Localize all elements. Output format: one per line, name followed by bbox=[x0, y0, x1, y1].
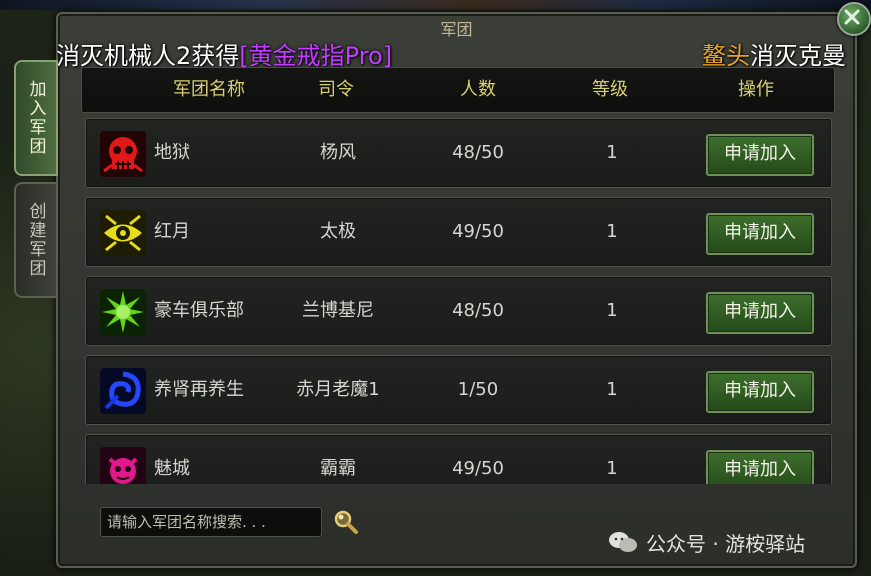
legion-name: 豪车俱乐部 bbox=[154, 300, 244, 321]
table-header: 军团名称 司令 人数 等级 操作 bbox=[81, 67, 835, 113]
legion-name: 地狱 bbox=[154, 142, 190, 163]
legion-members: 48/50 bbox=[452, 142, 504, 163]
tab-create-legion[interactable]: 创建军团 bbox=[14, 182, 58, 298]
header-members: 人数 bbox=[460, 79, 496, 100]
table-row: 红月 太极 49/50 1 申请加入 bbox=[85, 197, 832, 267]
search-button[interactable] bbox=[333, 509, 359, 535]
apply-join-button[interactable]: 申请加入 bbox=[706, 450, 814, 484]
apply-join-button[interactable]: 申请加入 bbox=[706, 134, 814, 176]
wechat-icon bbox=[609, 532, 637, 552]
legion-name: 红月 bbox=[154, 221, 190, 242]
demon-face-icon bbox=[100, 447, 146, 484]
header-action: 操作 bbox=[738, 79, 774, 100]
game-top-bar bbox=[0, 0, 871, 10]
search-field[interactable] bbox=[100, 507, 322, 537]
table-row: 养肾再养生 赤月老魔1 1/50 1 申请加入 bbox=[85, 355, 832, 425]
legion-commander: 霸霸 bbox=[320, 458, 356, 479]
legion-level: 1 bbox=[606, 458, 618, 479]
legion-members: 49/50 bbox=[452, 221, 504, 242]
legion-list[interactable]: 地狱 杨风 48/50 1 申请加入 红月 太极 49/50 1 申请加入 豪车… bbox=[85, 118, 832, 484]
apply-join-button[interactable]: 申请加入 bbox=[706, 292, 814, 334]
announcement-item: [黄金戒指Pro] bbox=[239, 42, 393, 70]
legion-commander: 兰博基尼 bbox=[302, 300, 374, 321]
table-row: 魅城 霸霸 49/50 1 申请加入 bbox=[85, 434, 832, 484]
skull-icon bbox=[100, 131, 146, 177]
legion-level: 1 bbox=[606, 300, 618, 321]
tab-join-legion[interactable]: 加入军团 bbox=[14, 60, 58, 176]
legion-name: 魅城 bbox=[154, 458, 190, 479]
eye-icon bbox=[100, 210, 146, 256]
legion-members: 1/50 bbox=[457, 379, 499, 400]
spiky-orb-icon bbox=[100, 289, 146, 335]
apply-join-button[interactable]: 申请加入 bbox=[706, 213, 814, 255]
swirl-icon bbox=[100, 368, 146, 414]
legion-name: 养肾再养生 bbox=[154, 379, 244, 400]
header-commander: 司令 bbox=[318, 79, 354, 100]
watermark: 公众号 · 游桉驿站 bbox=[608, 528, 805, 556]
close-icon bbox=[844, 9, 860, 25]
legion-commander: 赤月老魔1 bbox=[296, 379, 380, 400]
legion-level: 1 bbox=[606, 142, 618, 163]
header-legion-name: 军团名称 bbox=[173, 79, 245, 100]
legion-level: 1 bbox=[606, 221, 618, 242]
close-button[interactable] bbox=[837, 2, 871, 36]
legion-commander: 太极 bbox=[320, 221, 356, 242]
legion-members: 48/50 bbox=[452, 300, 504, 321]
watermark-text: 公众号 · 游桉驿站 bbox=[646, 531, 806, 556]
magnifier-icon bbox=[334, 510, 358, 534]
table-row: 地狱 杨风 48/50 1 申请加入 bbox=[85, 118, 832, 188]
legion-commander: 杨风 bbox=[320, 142, 356, 163]
kill-announcement: 鳌头消灭克曼 bbox=[702, 36, 846, 71]
legion-members: 49/50 bbox=[452, 458, 504, 479]
legion-level: 1 bbox=[606, 379, 618, 400]
announcement-player: 鳌头 bbox=[702, 42, 750, 70]
search-input[interactable] bbox=[101, 508, 321, 536]
announcement-action: 消灭克曼 bbox=[750, 42, 846, 70]
apply-join-button[interactable]: 申请加入 bbox=[706, 371, 814, 413]
header-level: 等级 bbox=[592, 79, 628, 100]
table-row: 豪车俱乐部 兰博基尼 48/50 1 申请加入 bbox=[85, 276, 832, 346]
system-announcement: 消灭机械人2获得[黄金戒指Pro] bbox=[56, 36, 392, 71]
announcement-text: 消灭机械人2获得 bbox=[56, 42, 240, 70]
